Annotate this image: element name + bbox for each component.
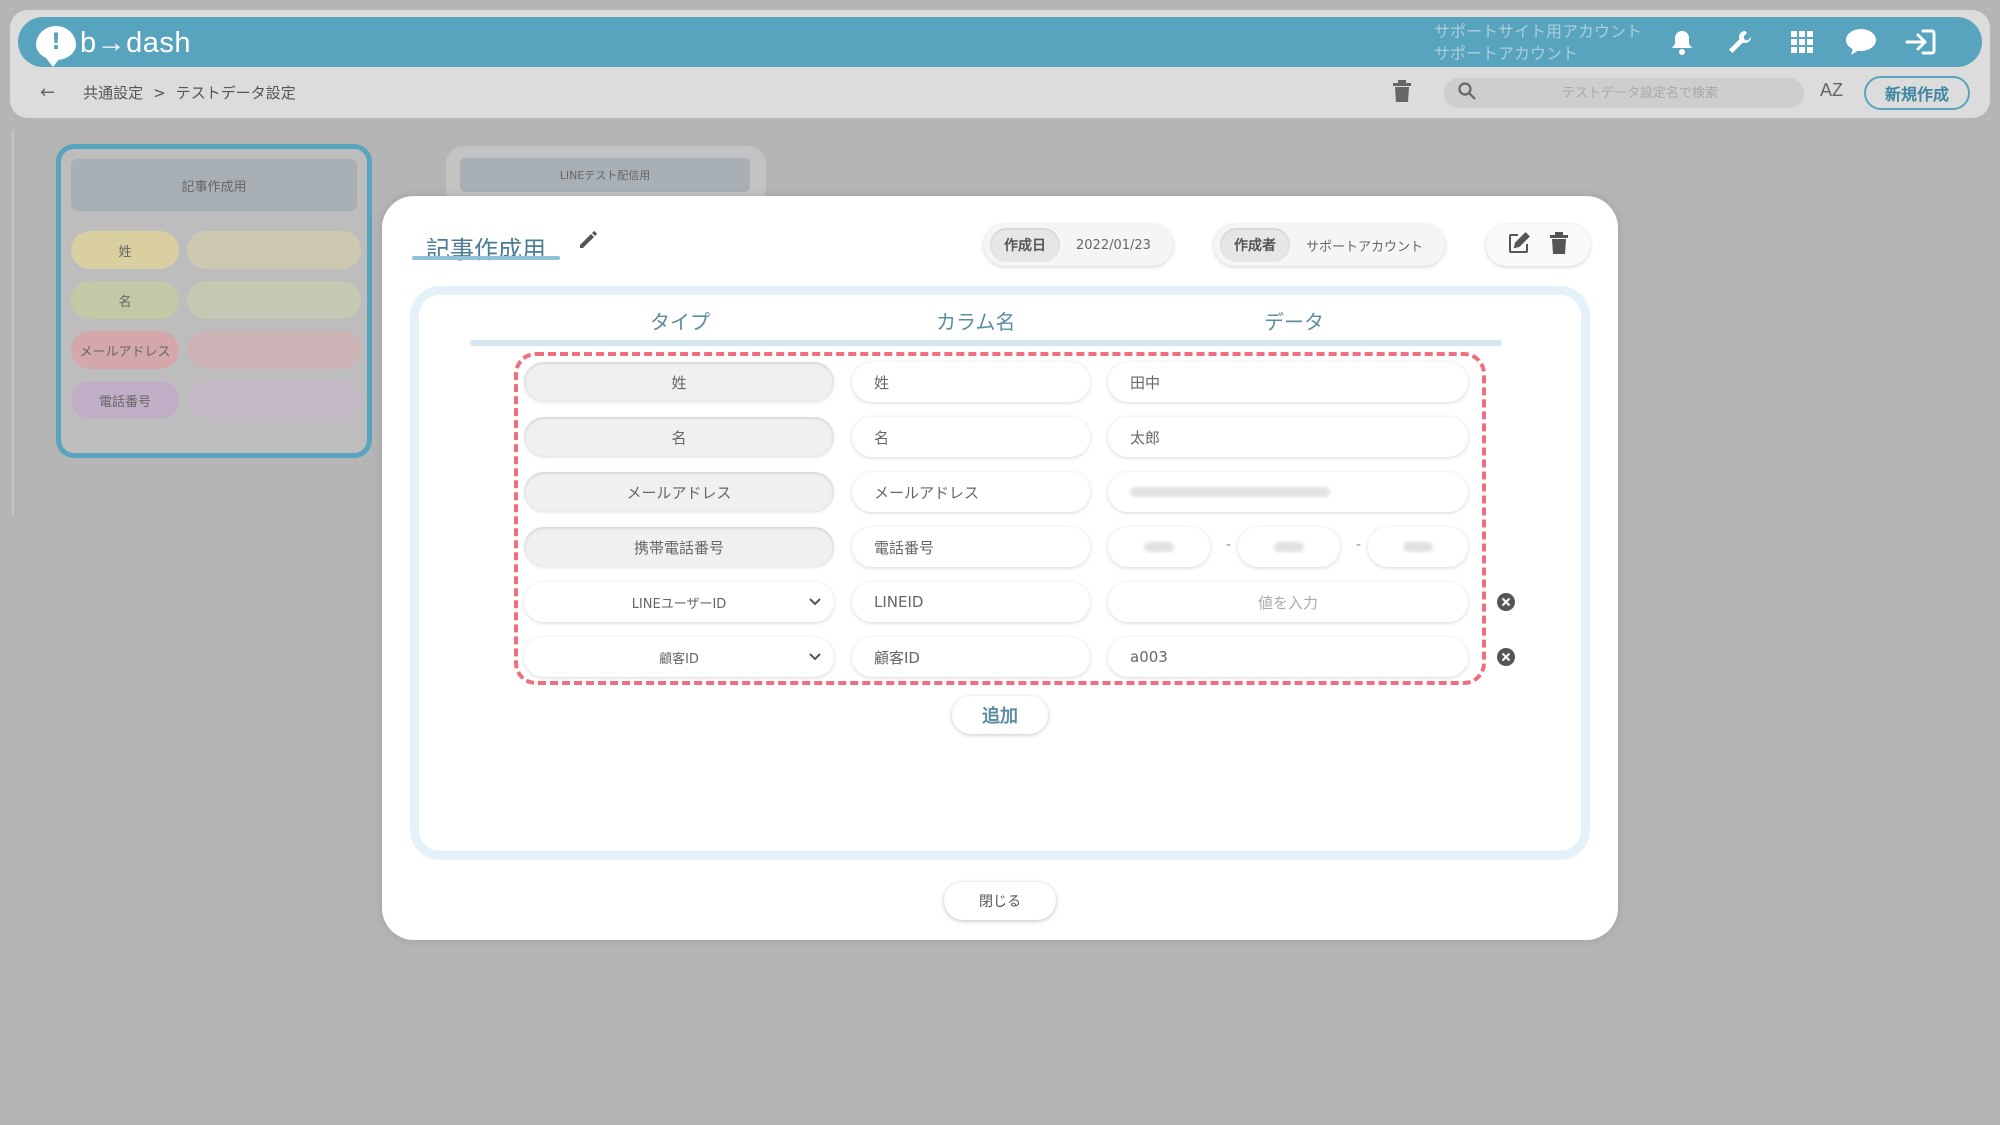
- author-pill: 作成者 サポートアカウント: [1214, 224, 1446, 266]
- account-site: サポートサイト用アカウント: [1434, 22, 1643, 41]
- remove-row-icon[interactable]: [1496, 592, 1516, 616]
- created-date-value: 2022/01/23: [1076, 237, 1151, 253]
- trash-icon[interactable]: [1392, 80, 1412, 106]
- app-logo[interactable]: ! b→dash: [36, 26, 192, 67]
- data-input[interactable]: 値を入力: [1108, 582, 1468, 622]
- back-arrow-icon[interactable]: ←: [40, 82, 55, 103]
- remove-row-icon[interactable]: [1496, 647, 1516, 671]
- author-label: 作成者: [1220, 228, 1290, 262]
- delete-icon[interactable]: [1549, 232, 1569, 258]
- type-cell: 名: [524, 417, 834, 457]
- wrench-icon[interactable]: [1724, 27, 1756, 57]
- data-input[interactable]: 太郎: [1108, 417, 1468, 457]
- type-select[interactable]: LINEユーザーID: [524, 582, 834, 622]
- phone-separator: -: [1226, 537, 1232, 553]
- card-row-type: メールアドレス: [71, 331, 179, 369]
- column-header-type: タイプ: [650, 310, 710, 334]
- phone-part-1-input[interactable]: [1108, 527, 1210, 567]
- account-user: サポートアカウント: [1434, 44, 1579, 63]
- bell-icon[interactable]: [1668, 27, 1696, 57]
- card-row-value: [187, 281, 361, 319]
- created-date-pill: 作成日 2022/01/23: [984, 224, 1173, 266]
- edit-icon[interactable]: [1507, 231, 1531, 259]
- breadcrumb: ← 共通設定 > テストデータ設定: [40, 82, 296, 103]
- card-row: 姓: [71, 231, 361, 269]
- blurred-value: [1144, 542, 1174, 552]
- type-cell: メールアドレス: [524, 472, 834, 512]
- author-value: サポートアカウント: [1306, 239, 1424, 255]
- column-name-input[interactable]: 名: [852, 417, 1090, 457]
- title-underline: [412, 256, 560, 260]
- column-header-column-name: カラム名: [936, 310, 1016, 334]
- blurred-value: [1274, 542, 1304, 552]
- header-divider: [470, 340, 1502, 346]
- chevron-down-icon: [808, 649, 822, 667]
- add-row-button[interactable]: 追加: [952, 696, 1048, 734]
- column-name-input[interactable]: 顧客ID: [852, 637, 1090, 677]
- column-name-input[interactable]: 電話番号: [852, 527, 1090, 567]
- created-date-label: 作成日: [990, 228, 1060, 262]
- logo-bubble-icon: !: [36, 26, 76, 67]
- card-title: LINEテスト配信用: [460, 158, 750, 192]
- logout-icon[interactable]: [1904, 27, 1938, 57]
- test-data-card[interactable]: 記事作成用 姓 名 メールアドレス 電話番号: [56, 144, 372, 458]
- blurred-value: [1130, 487, 1330, 497]
- card-title: 記事作成用: [71, 159, 357, 211]
- blurred-value: [1403, 542, 1433, 552]
- card-row: 電話番号: [71, 381, 361, 419]
- logo-text: b→dash: [80, 26, 192, 59]
- card-row-value: [187, 331, 361, 369]
- type-select-value: LINEユーザーID: [631, 596, 727, 612]
- card-row-value: [187, 381, 361, 419]
- breadcrumb-separator: >: [153, 83, 166, 102]
- card-row-type: 姓: [71, 231, 179, 269]
- edit-title-pencil-icon[interactable]: [578, 230, 598, 254]
- phone-part-3-input[interactable]: [1368, 527, 1468, 567]
- chat-icon[interactable]: [1844, 27, 1878, 57]
- close-button[interactable]: 閉じる: [944, 882, 1056, 920]
- type-select[interactable]: 顧客ID: [524, 637, 834, 677]
- card-row-type: 名: [71, 281, 179, 319]
- sort-az-icon[interactable]: AZ: [1820, 80, 1843, 101]
- type-cell: 携帯電話番号: [524, 527, 834, 567]
- divider: [12, 130, 14, 515]
- new-create-button[interactable]: 新規作成: [1864, 76, 1970, 110]
- test-data-modal: 記事作成用 作成日 2022/01/23 作成者 サポートアカウント タイプ カ…: [382, 196, 1618, 940]
- card-row-value: [187, 231, 361, 269]
- card-row: メールアドレス: [71, 331, 361, 369]
- card-row: 名: [71, 281, 361, 319]
- search-icon: [1458, 82, 1476, 104]
- column-name-input[interactable]: メールアドレス: [852, 472, 1090, 512]
- search-input[interactable]: [1476, 85, 1804, 101]
- phone-part-2-input[interactable]: [1238, 527, 1340, 567]
- account-info[interactable]: サポートサイト用アカウント サポートアカウント: [1434, 21, 1642, 65]
- column-name-input[interactable]: 姓: [852, 362, 1090, 402]
- modal-actions: [1486, 224, 1590, 266]
- search-box: [1444, 78, 1804, 108]
- column-name-input[interactable]: LINEID: [852, 582, 1090, 622]
- chevron-down-icon: [808, 594, 822, 612]
- breadcrumb-parent[interactable]: 共通設定: [83, 82, 143, 103]
- type-select-value: 顧客ID: [659, 651, 699, 667]
- phone-separator: -: [1356, 537, 1362, 553]
- breadcrumb-current: テストデータ設定: [175, 84, 296, 102]
- data-input[interactable]: a003: [1108, 637, 1468, 677]
- card-row-type: 電話番号: [71, 381, 179, 419]
- type-cell: 姓: [524, 362, 834, 402]
- data-input[interactable]: 田中: [1108, 362, 1468, 402]
- grid-icon[interactable]: [1788, 27, 1816, 57]
- data-input[interactable]: [1108, 472, 1468, 512]
- column-header-data: データ: [1264, 310, 1324, 334]
